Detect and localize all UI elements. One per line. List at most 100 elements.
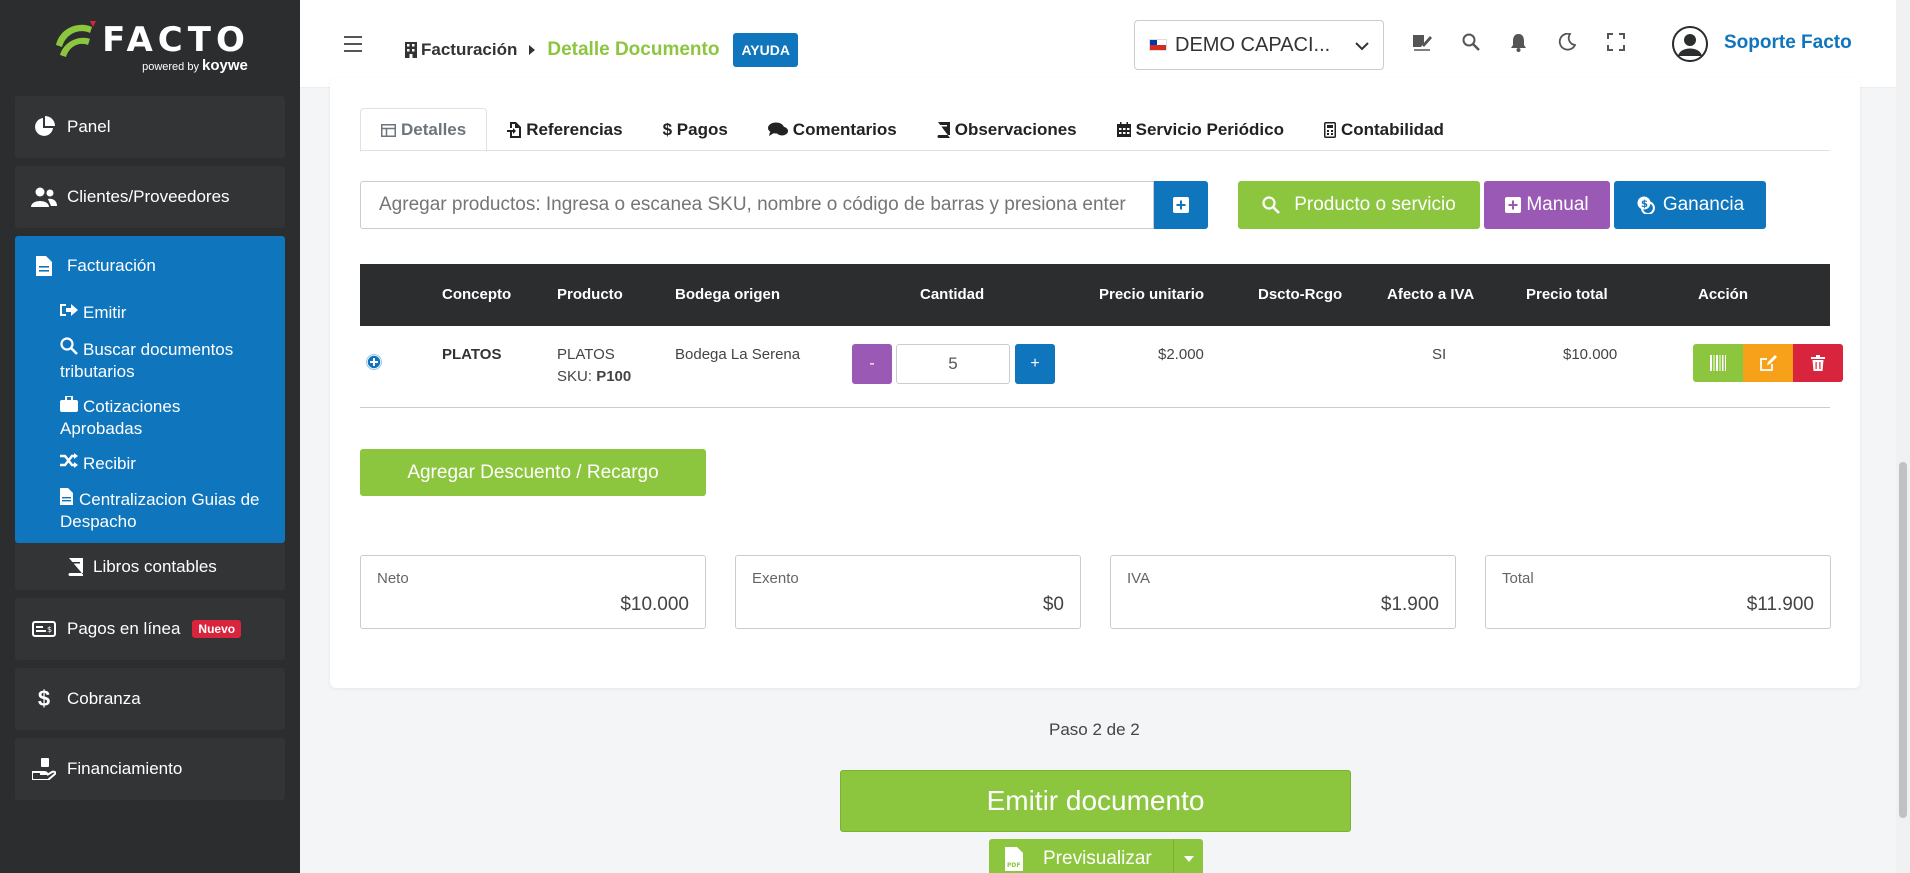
file-import-icon xyxy=(507,121,522,138)
edit-icon xyxy=(1759,354,1777,371)
sidebar-item-pagos[interactable]: $ Pagos en línea Nuevo xyxy=(15,598,285,660)
sidebar-item-panel[interactable]: Panel xyxy=(15,96,285,158)
expand-row-icon[interactable] xyxy=(366,354,382,375)
bell-icon[interactable] xyxy=(1510,33,1530,53)
manual-button[interactable]: Manual xyxy=(1484,181,1610,229)
edit-button[interactable] xyxy=(1743,344,1793,382)
sidebar-item-clientes[interactable]: Clientes/Proveedores xyxy=(15,166,285,228)
decrease-quantity-button[interactable]: - xyxy=(852,344,892,384)
briefcase-icon xyxy=(60,395,80,418)
sidebar-sub-centralizacion[interactable]: Centralizacion Guias de Despacho xyxy=(15,482,285,543)
tab-contabilidad[interactable]: Contabilidad xyxy=(1304,108,1464,151)
barcode-icon xyxy=(1710,355,1726,371)
plus-square-icon xyxy=(1505,197,1522,213)
pie-chart-icon xyxy=(31,116,57,138)
tab-referencias[interactable]: Referencias xyxy=(487,108,642,151)
help-button[interactable]: AYUDA xyxy=(733,33,798,67)
breadcrumb-facturacion[interactable]: Facturación xyxy=(421,40,517,60)
fullscreen-icon[interactable] xyxy=(1607,33,1627,53)
sidebar-sub-buscar[interactable]: Buscar documentos tributarios xyxy=(15,331,285,390)
product-service-button[interactable]: Producto o servicio xyxy=(1238,181,1480,229)
document-icon xyxy=(60,488,76,511)
button-label: Manual xyxy=(1526,194,1589,215)
button-label: Previsualizar xyxy=(1043,848,1152,869)
user-name[interactable]: Soporte Facto xyxy=(1724,32,1852,54)
sidebar-item-financiamiento[interactable]: Financiamiento xyxy=(15,738,285,800)
sign-out-icon xyxy=(60,302,80,324)
book-icon xyxy=(67,557,83,576)
logo-text: FACTO xyxy=(102,19,250,60)
total-label: Exento xyxy=(752,570,799,587)
user-avatar[interactable] xyxy=(1672,26,1708,62)
product-search-input[interactable] xyxy=(360,181,1154,229)
search-icon xyxy=(60,337,80,361)
trash-icon xyxy=(1811,355,1825,371)
page-title: Detalle Documento xyxy=(547,39,720,60)
scrollbar-thumb[interactable] xyxy=(1899,462,1907,818)
menu-toggle-icon[interactable] xyxy=(344,36,362,52)
delete-button[interactable] xyxy=(1793,344,1843,382)
chevron-down-icon xyxy=(1355,34,1369,57)
company-name: DEMO CAPACI... xyxy=(1175,33,1331,56)
sidebar-sub-emitir[interactable]: Emitir xyxy=(15,296,285,331)
tab-label: Comentarios xyxy=(792,119,897,139)
breadcrumb: Facturación Detalle Documento AYUDA xyxy=(405,33,798,67)
cell-producto: PLATOS SKU: P100 xyxy=(557,344,631,388)
increase-quantity-button[interactable]: + xyxy=(1015,344,1055,384)
quantity-input[interactable] xyxy=(896,344,1010,384)
building-icon xyxy=(405,42,417,58)
add-discount-surcharge-button[interactable]: Agregar Descuento / Recargo xyxy=(360,449,706,496)
preview-button[interactable]: PDF Previsualizar xyxy=(989,839,1203,873)
search-icon[interactable] xyxy=(1462,33,1482,53)
preview-dropdown-toggle[interactable] xyxy=(1173,839,1203,873)
new-badge: Nuevo xyxy=(192,620,242,638)
total-iva: IVA $1.900 xyxy=(1110,555,1456,629)
button-label: Producto o servicio xyxy=(1294,194,1456,215)
moon-icon[interactable] xyxy=(1558,32,1578,53)
sidebar-item-facturacion[interactable]: Facturación Emitir Buscar documentos tri… xyxy=(15,236,285,543)
sidebar-sub-recibir[interactable]: Recibir xyxy=(15,447,285,482)
comments-icon xyxy=(767,122,788,137)
sidebar-item-label: Cobranza xyxy=(67,689,141,708)
sidebar-item-label: Pagos en línea xyxy=(67,619,181,638)
cell-bodega: Bodega La Serena xyxy=(675,346,801,363)
card-icon: $ xyxy=(31,618,57,640)
total-neto: Neto $10.000 xyxy=(360,555,706,629)
sidebar-item-label: Facturación xyxy=(67,256,156,275)
tab-label: $ Pagos xyxy=(662,119,728,139)
shuffle-icon xyxy=(60,453,80,475)
total-label: IVA xyxy=(1127,570,1151,587)
tab-label: Detalles xyxy=(401,120,467,139)
signature-icon[interactable] xyxy=(1412,33,1432,53)
tab-pagos[interactable]: $ Pagos xyxy=(643,108,748,151)
sidebar-sub-label: Recibir xyxy=(83,454,136,473)
page-scrollbar[interactable] xyxy=(1896,0,1910,873)
hand-money-icon xyxy=(31,758,57,780)
barcode-button[interactable] xyxy=(1693,344,1743,382)
chile-flag-icon xyxy=(1149,39,1167,51)
caret-down-icon xyxy=(1183,856,1194,862)
add-product-button[interactable] xyxy=(1154,181,1208,229)
products-table-header: Concepto Producto Bodega origen Cantidad… xyxy=(360,264,1830,326)
emit-document-button[interactable]: Emitir documento xyxy=(840,770,1351,832)
sidebar-sub-label: Centralizacion Guias de Despacho xyxy=(60,490,260,531)
col-cantidad: Cantidad xyxy=(920,286,985,303)
company-selector[interactable]: DEMO CAPACI... xyxy=(1134,20,1384,70)
svg-text:PDF: PDF xyxy=(1007,862,1020,869)
logo-powered-by: powered by koywe xyxy=(142,57,248,74)
tab-comentarios[interactable]: Comentarios xyxy=(748,108,917,151)
tab-detalles[interactable]: Detalles xyxy=(360,108,488,152)
total-total: Total $11.900 xyxy=(1485,555,1831,629)
col-afecto-iva: Afecto a IVA xyxy=(1387,286,1475,303)
tab-servicio-periodico[interactable]: Servicio Periódico xyxy=(1097,108,1304,151)
sidebar-facturacion-head[interactable]: Facturación xyxy=(15,236,285,296)
sidebar-sub-label: Buscar documentos tributarios xyxy=(60,340,234,381)
tab-label: Referencias xyxy=(526,119,623,139)
brand-logo[interactable]: FACTO powered by koywe xyxy=(0,0,300,90)
tab-observaciones[interactable]: Observaciones xyxy=(917,108,1097,151)
ganancia-button[interactable]: $ Ganancia xyxy=(1614,181,1766,229)
sidebar-item-cobranza[interactable]: $ Cobranza xyxy=(15,668,285,730)
caret-right-icon xyxy=(529,45,536,55)
sidebar-sub-libros[interactable]: Libros contables xyxy=(15,543,285,590)
sidebar-sub-cotizaciones[interactable]: Cotizaciones Aprobadas xyxy=(15,390,285,447)
